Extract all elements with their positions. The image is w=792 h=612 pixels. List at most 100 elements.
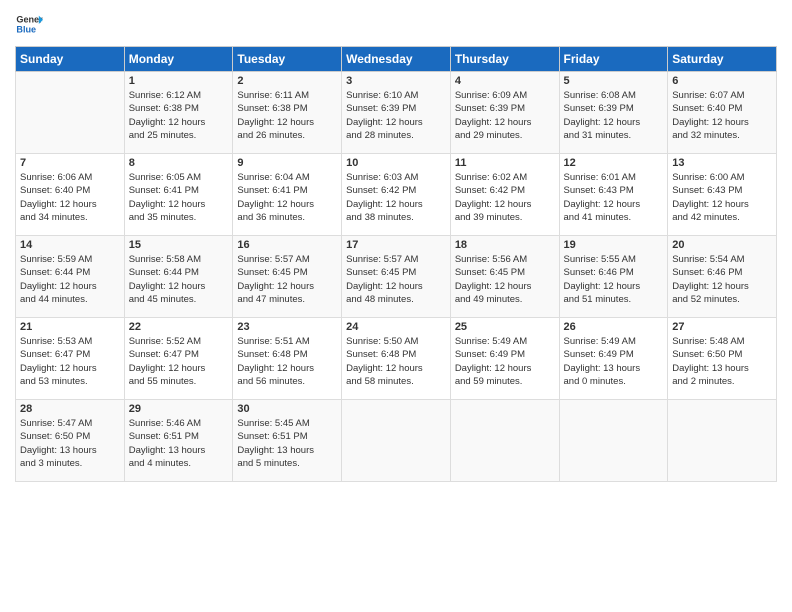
cell-info: Sunrise: 6:05 AM Sunset: 6:41 PM Dayligh… [129, 171, 229, 224]
day-number: 2 [237, 75, 337, 87]
calendar-row: 1Sunrise: 6:12 AM Sunset: 6:38 PM Daylig… [16, 72, 777, 154]
calendar-cell: 13 Sunrise: 6:00 AM Sunset: 6:43 PM Dayli… [668, 154, 777, 236]
cell-info: Sunrise: 5:47 AM Sunset: 6:50 PM Dayligh… [20, 417, 120, 470]
calendar-cell: 14 Sunrise: 5:59 AM Sunset: 6:44 PM Dayli… [16, 236, 125, 318]
calendar-cell: 1Sunrise: 6:12 AM Sunset: 6:38 PM Daylig… [124, 72, 233, 154]
day-number: 24 [346, 321, 446, 333]
calendar-cell: 10Sunrise: 6:03 AM Sunset: 6:42 PM Dayli… [342, 154, 451, 236]
day-number: 14 [20, 239, 120, 251]
calendar-row: 28 Sunrise: 5:47 AM Sunset: 6:50 PM Dayli… [16, 400, 777, 482]
calendar-cell: 3 Sunrise: 6:10 AM Sunset: 6:39 PM Daylig… [342, 72, 451, 154]
main-container: General Blue SundayMondayTuesdayWednesda… [0, 0, 792, 612]
day-number: 18 [455, 239, 555, 251]
header: General Blue [15, 10, 777, 38]
day-number: 13 [672, 157, 772, 169]
cell-info: Sunrise: 5:51 AM Sunset: 6:48 PM Dayligh… [237, 335, 337, 388]
calendar-cell: 2 Sunrise: 6:11 AM Sunset: 6:38 PM Daylig… [233, 72, 342, 154]
calendar-cell: 26 Sunrise: 5:49 AM Sunset: 6:49 PM Dayli… [559, 318, 668, 400]
day-number: 4 [455, 75, 555, 87]
calendar-cell: 15 Sunrise: 5:58 AM Sunset: 6:44 PM Dayli… [124, 236, 233, 318]
calendar-cell: 7 Sunrise: 6:06 AM Sunset: 6:40 PM Daylig… [16, 154, 125, 236]
cell-info: Sunrise: 5:49 AM Sunset: 6:49 PM Dayligh… [564, 335, 664, 388]
cell-info: Sunrise: 5:50 AM Sunset: 6:48 PM Dayligh… [346, 335, 446, 388]
cell-info: Sunrise: 5:55 AM Sunset: 6:46 PM Dayligh… [564, 253, 664, 306]
calendar-cell: 24 Sunrise: 5:50 AM Sunset: 6:48 PM Dayli… [342, 318, 451, 400]
cell-info: Sunrise: 5:49 AM Sunset: 6:49 PM Dayligh… [455, 335, 555, 388]
calendar-cell: 20 Sunrise: 5:54 AM Sunset: 6:46 PM Dayli… [668, 236, 777, 318]
calendar-row: 21Sunrise: 5:53 AM Sunset: 6:47 PM Dayli… [16, 318, 777, 400]
day-number: 12 [564, 157, 664, 169]
cell-info: Sunrise: 6:07 AM Sunset: 6:40 PM Dayligh… [672, 89, 772, 142]
calendar-cell: 23 Sunrise: 5:51 AM Sunset: 6:48 PM Dayli… [233, 318, 342, 400]
day-number: 16 [237, 239, 337, 251]
day-number: 20 [672, 239, 772, 251]
day-number: 7 [20, 157, 120, 169]
cell-info: Sunrise: 6:00 AM Sunset: 6:43 PM Dayligh… [672, 171, 772, 224]
calendar-cell: 17Sunrise: 5:57 AM Sunset: 6:45 PM Dayli… [342, 236, 451, 318]
day-number: 5 [564, 75, 664, 87]
calendar-cell [342, 400, 451, 482]
cell-info: Sunrise: 5:48 AM Sunset: 6:50 PM Dayligh… [672, 335, 772, 388]
svg-text:Blue: Blue [16, 24, 36, 34]
header-row: SundayMondayTuesdayWednesdayThursdayFrid… [16, 47, 777, 72]
col-header-thursday: Thursday [450, 47, 559, 72]
cell-info: Sunrise: 5:56 AM Sunset: 6:45 PM Dayligh… [455, 253, 555, 306]
logo: General Blue [15, 10, 43, 38]
day-number: 6 [672, 75, 772, 87]
col-header-monday: Monday [124, 47, 233, 72]
cell-info: Sunrise: 6:08 AM Sunset: 6:39 PM Dayligh… [564, 89, 664, 142]
day-number: 29 [129, 403, 229, 415]
calendar-cell: 30Sunrise: 5:45 AM Sunset: 6:51 PM Dayli… [233, 400, 342, 482]
calendar-cell: 8 Sunrise: 6:05 AM Sunset: 6:41 PM Daylig… [124, 154, 233, 236]
calendar-table: SundayMondayTuesdayWednesdayThursdayFrid… [15, 46, 777, 482]
day-number: 19 [564, 239, 664, 251]
cell-info: Sunrise: 6:03 AM Sunset: 6:42 PM Dayligh… [346, 171, 446, 224]
day-number: 9 [237, 157, 337, 169]
calendar-row: 7 Sunrise: 6:06 AM Sunset: 6:40 PM Daylig… [16, 154, 777, 236]
col-header-tuesday: Tuesday [233, 47, 342, 72]
day-number: 22 [129, 321, 229, 333]
calendar-cell: 9Sunrise: 6:04 AM Sunset: 6:41 PM Daylig… [233, 154, 342, 236]
calendar-cell: 21Sunrise: 5:53 AM Sunset: 6:47 PM Dayli… [16, 318, 125, 400]
day-number: 25 [455, 321, 555, 333]
cell-info: Sunrise: 6:06 AM Sunset: 6:40 PM Dayligh… [20, 171, 120, 224]
calendar-cell [668, 400, 777, 482]
day-number: 21 [20, 321, 120, 333]
cell-info: Sunrise: 5:46 AM Sunset: 6:51 PM Dayligh… [129, 417, 229, 470]
day-number: 15 [129, 239, 229, 251]
calendar-cell: 29 Sunrise: 5:46 AM Sunset: 6:51 PM Dayli… [124, 400, 233, 482]
logo-icon: General Blue [15, 10, 43, 38]
cell-info: Sunrise: 6:10 AM Sunset: 6:39 PM Dayligh… [346, 89, 446, 142]
calendar-cell: 18 Sunrise: 5:56 AM Sunset: 6:45 PM Dayli… [450, 236, 559, 318]
col-header-wednesday: Wednesday [342, 47, 451, 72]
calendar-cell: 28 Sunrise: 5:47 AM Sunset: 6:50 PM Dayli… [16, 400, 125, 482]
cell-info: Sunrise: 6:02 AM Sunset: 6:42 PM Dayligh… [455, 171, 555, 224]
day-number: 23 [237, 321, 337, 333]
cell-info: Sunrise: 6:01 AM Sunset: 6:43 PM Dayligh… [564, 171, 664, 224]
calendar-cell: 19 Sunrise: 5:55 AM Sunset: 6:46 PM Dayli… [559, 236, 668, 318]
cell-info: Sunrise: 6:11 AM Sunset: 6:38 PM Dayligh… [237, 89, 337, 142]
calendar-cell [16, 72, 125, 154]
day-number: 3 [346, 75, 446, 87]
cell-info: Sunrise: 6:12 AM Sunset: 6:38 PM Dayligh… [129, 89, 229, 142]
day-number: 11 [455, 157, 555, 169]
calendar-cell: 5 Sunrise: 6:08 AM Sunset: 6:39 PM Daylig… [559, 72, 668, 154]
day-number: 28 [20, 403, 120, 415]
cell-info: Sunrise: 5:54 AM Sunset: 6:46 PM Dayligh… [672, 253, 772, 306]
day-number: 27 [672, 321, 772, 333]
day-number: 17 [346, 239, 446, 251]
cell-info: Sunrise: 6:09 AM Sunset: 6:39 PM Dayligh… [455, 89, 555, 142]
cell-info: Sunrise: 5:59 AM Sunset: 6:44 PM Dayligh… [20, 253, 120, 306]
cell-info: Sunrise: 5:52 AM Sunset: 6:47 PM Dayligh… [129, 335, 229, 388]
day-number: 30 [237, 403, 337, 415]
calendar-cell: 25 Sunrise: 5:49 AM Sunset: 6:49 PM Dayli… [450, 318, 559, 400]
day-number: 26 [564, 321, 664, 333]
day-number: 8 [129, 157, 229, 169]
cell-info: Sunrise: 5:58 AM Sunset: 6:44 PM Dayligh… [129, 253, 229, 306]
col-header-sunday: Sunday [16, 47, 125, 72]
calendar-cell [450, 400, 559, 482]
calendar-cell: 6 Sunrise: 6:07 AM Sunset: 6:40 PM Daylig… [668, 72, 777, 154]
calendar-cell: 11 Sunrise: 6:02 AM Sunset: 6:42 PM Dayli… [450, 154, 559, 236]
calendar-cell [559, 400, 668, 482]
calendar-cell: 4 Sunrise: 6:09 AM Sunset: 6:39 PM Daylig… [450, 72, 559, 154]
